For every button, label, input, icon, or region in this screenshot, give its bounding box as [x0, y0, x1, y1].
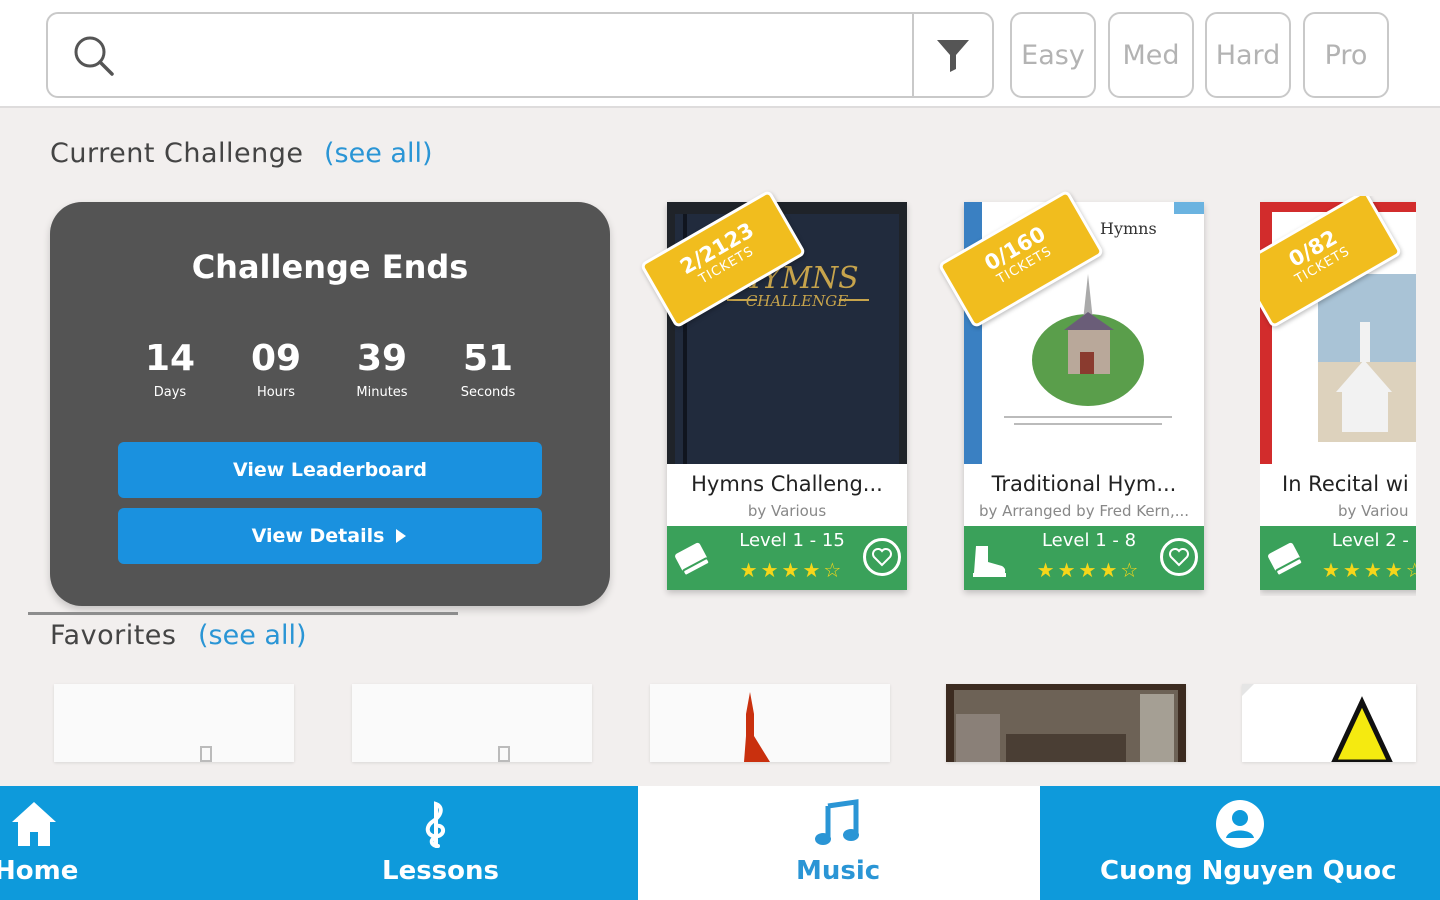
book-cover-title: Hymns: [1100, 219, 1157, 238]
book-level: Level 1 - 15: [739, 530, 845, 551]
search-icon: [74, 36, 114, 76]
difficulty-hard-button[interactable]: Hard: [1205, 12, 1291, 98]
nav-tab-home[interactable]: Home: [0, 786, 360, 900]
countdown-seconds-label: Seconds: [460, 385, 516, 400]
favorite-item-thumb: [498, 746, 510, 762]
favorite-item-thumb: [200, 746, 212, 762]
book-rating-stars: ★★★★☆: [1036, 558, 1142, 582]
countdown-seconds: 51 Seconds: [436, 338, 540, 400]
favorite-item[interactable]: [352, 684, 592, 762]
caret-right-icon: [396, 529, 407, 543]
book-title: Traditional Hym...: [991, 472, 1177, 496]
treble-clef-icon: [425, 801, 445, 848]
difficulty-easy-button[interactable]: Easy: [1010, 12, 1096, 98]
filter-icon: [937, 40, 969, 72]
countdown-hours-label: Hours: [256, 385, 296, 400]
book-author: by Arranged by Fred Kern,...: [978, 502, 1190, 520]
music-note-icon: [815, 799, 859, 845]
favorite-item[interactable]: [650, 684, 890, 762]
view-details-label: View Details: [251, 525, 385, 547]
favorite-item[interactable]: [946, 684, 1186, 762]
favorite-item[interactable]: [54, 684, 294, 762]
nav-tab-lessons-label: Lessons: [382, 856, 499, 886]
countdown-minutes: 39 Minutes: [330, 338, 434, 400]
favorite-item-thumb: [954, 690, 1178, 762]
top-bar: Easy Med Hard Pro: [0, 0, 1440, 108]
heart-icon: [1169, 548, 1189, 567]
book-level: Level 1 - 8: [1041, 530, 1137, 551]
user-icon: [1216, 800, 1264, 848]
favorite-item-thumb: [1242, 684, 1393, 762]
heart-icon: [872, 548, 892, 567]
book-title: In Recital wi: [1282, 472, 1409, 496]
book-rating-stars: ★★★★☆: [739, 558, 845, 582]
book-rating-stars: ★★★★☆: [1322, 558, 1416, 582]
favorites-see-all-link[interactable]: (see all): [198, 620, 307, 651]
countdown-hours: 09 Hours: [224, 338, 328, 400]
filter-button[interactable]: [912, 14, 992, 96]
difficulty-pro-button[interactable]: Pro: [1303, 12, 1389, 98]
nav-tab-profile[interactable]: Cuong Nguyen Quoc: [1040, 786, 1440, 900]
search-box[interactable]: [46, 12, 994, 98]
nav-tab-profile-label: Cuong Nguyen Quoc: [1100, 856, 1397, 886]
book-author: by Various: [747, 502, 827, 520]
home-icon: [12, 802, 56, 846]
view-details-button[interactable]: View Details: [118, 508, 542, 564]
current-challenge-see-all-link[interactable]: (see all): [324, 138, 433, 169]
favorite-item-thumb: [744, 692, 770, 762]
countdown-days: 14 Days: [118, 338, 222, 400]
favorite-item[interactable]: [1242, 684, 1416, 762]
countdown-seconds-value: 51: [462, 338, 514, 379]
current-challenge-heading: Current Challenge: [50, 138, 304, 169]
favorite-heart-button[interactable]: [1160, 538, 1198, 576]
favorite-heart-button[interactable]: [863, 538, 901, 576]
book-footer: Level 1 - 15 ★★★★☆: [667, 526, 907, 590]
countdown-days-label: Days: [153, 385, 187, 400]
book-title: Hymns Challeng...: [691, 472, 883, 496]
book-footer: Level 1 - 8 ★★★★☆: [964, 526, 1204, 590]
book-card-clip: In Recital wi by Variou Level 2 - ★★★★☆ …: [1260, 196, 1416, 596]
nav-tab-home-label: Home: [0, 856, 79, 886]
bottom-nav: Home Lessons Music Cuong Nguyen Quoc: [0, 786, 1440, 900]
nav-tab-lessons[interactable]: Lessons: [360, 786, 638, 900]
countdown-minutes-value: 39: [356, 338, 408, 379]
nav-tab-music[interactable]: Music: [638, 786, 1040, 900]
nav-tab-music-label: Music: [796, 856, 881, 886]
search-input[interactable]: [132, 20, 912, 90]
view-leaderboard-label: View Leaderboard: [232, 459, 428, 481]
countdown-days-value: 14: [144, 338, 196, 379]
section-divider: [28, 612, 458, 615]
countdown-minutes-label: Minutes: [356, 385, 408, 400]
challenge-card: Challenge Ends 14 Days 09 Hours 39 Minut…: [50, 202, 610, 606]
countdown-hours-value: 09: [250, 338, 302, 379]
difficulty-med-button[interactable]: Med: [1108, 12, 1194, 98]
book-level: Level 2 -: [1332, 530, 1409, 551]
book-footer: Level 2 - ★★★★☆: [1260, 526, 1416, 590]
view-leaderboard-button[interactable]: View Leaderboard: [118, 442, 542, 498]
favorites-heading: Favorites: [50, 620, 177, 651]
book-author: by Variou: [1338, 502, 1409, 520]
challenge-title: Challenge Ends: [191, 248, 469, 286]
book-cover-subtitle: CHALLENGE: [746, 292, 848, 310]
